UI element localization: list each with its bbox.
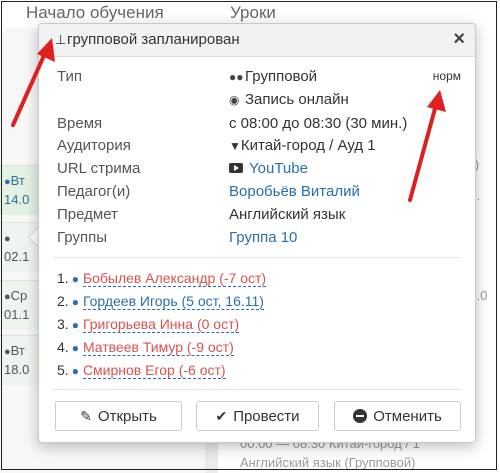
- screenshot-frame: [1, 1, 497, 470]
